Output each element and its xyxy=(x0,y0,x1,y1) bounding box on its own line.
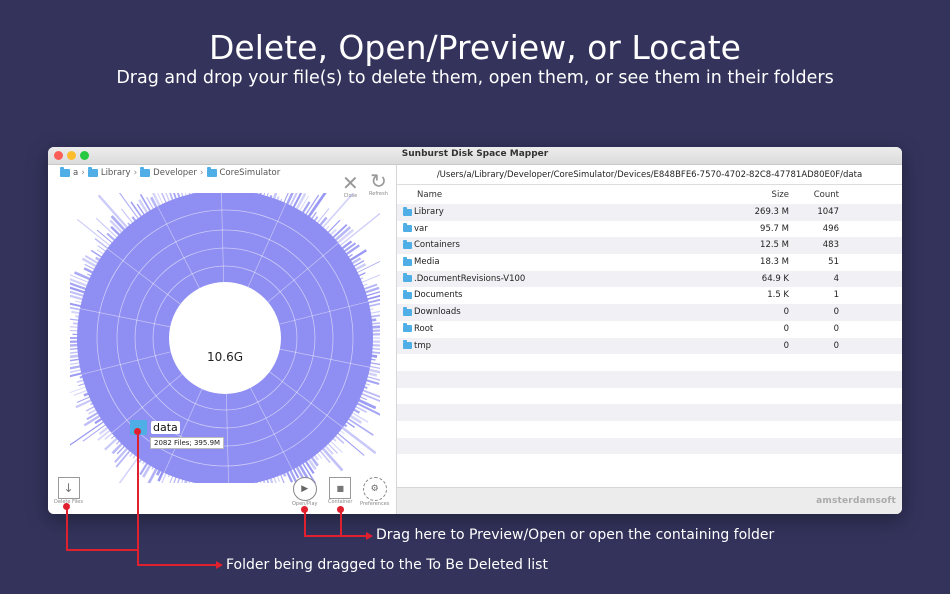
table-row[interactable]: Documents 1.5 K1 xyxy=(397,287,902,304)
file-table: Library 269.3 M 1047 var 95.7 M 496 Containe… xyxy=(397,204,902,471)
table-row[interactable]: Downloads 0 0 xyxy=(397,304,902,321)
folder-icon xyxy=(140,167,151,177)
download-arrow-icon: ↓ xyxy=(57,477,80,499)
dragged-folder-tooltip: 2082 Files; 395.9M xyxy=(150,437,225,449)
table-row[interactable]: Library 269.3 M 1047 xyxy=(397,204,902,221)
folder-icon xyxy=(403,306,412,316)
dragged-folder-name: data xyxy=(151,421,180,434)
chevron-right-icon: › xyxy=(133,168,138,178)
window-title: Sunburst Disk Space Mapper xyxy=(401,149,549,159)
folder-icon xyxy=(403,239,412,249)
path-bar: /Users/a/Library/Developer/CoreSimulator… xyxy=(397,165,902,185)
column-header-name[interactable]: Name xyxy=(417,190,442,200)
subheadline: Drag and drop your file(s) to delete the… xyxy=(116,68,834,88)
annotation-dot xyxy=(134,428,141,435)
breadcrumb-item[interactable]: CoreSimulator xyxy=(206,167,280,178)
table-row-empty xyxy=(397,421,902,438)
table-row[interactable]: var 95.7 M 496 xyxy=(397,221,902,238)
column-header-size[interactable]: Size xyxy=(739,190,789,200)
refresh-icon: ↻ xyxy=(370,169,387,193)
table-row-empty xyxy=(397,437,902,455)
folder-icon xyxy=(60,167,70,177)
annotation-preview: Drag here to Preview/Open or open the co… xyxy=(376,527,775,543)
app-window: Sunburst Disk Space Mapper a › Library ›… xyxy=(48,147,902,514)
annotation-dot xyxy=(63,503,70,510)
annotation-line xyxy=(66,549,137,551)
table-row[interactable]: tmp 0 0 xyxy=(397,337,902,355)
container-button[interactable]: ■ Container xyxy=(328,477,352,505)
breadcrumb: a › Library › Developer › CoreSimulator xyxy=(60,167,280,178)
table-header: Name Size Count xyxy=(397,188,902,202)
table-row[interactable]: Root 0 0 xyxy=(397,321,902,338)
annotation-dot xyxy=(301,506,308,513)
breadcrumb-item[interactable]: a xyxy=(60,167,78,178)
close-icon: ✕ xyxy=(342,171,359,195)
column-header-count[interactable]: Count xyxy=(797,190,839,200)
stop-icon: ■ xyxy=(329,477,352,499)
status-bar: amsterdamsoft xyxy=(397,487,902,514)
breadcrumb-item[interactable]: Library xyxy=(87,167,131,178)
arrow-right-icon xyxy=(366,532,373,540)
table-row-empty xyxy=(397,388,902,405)
breadcrumb-item[interactable]: Developer xyxy=(140,167,197,178)
play-icon: ▶ xyxy=(292,477,317,501)
sunburst-chart[interactable] xyxy=(70,193,380,483)
annotation-line xyxy=(304,535,367,537)
file-list-pane: /Users/a/Library/Developer/CoreSimulator… xyxy=(397,165,902,514)
arrow-right-icon xyxy=(216,561,223,569)
total-size-label: 10.6G xyxy=(206,350,244,364)
chevron-right-icon: › xyxy=(81,168,85,178)
table-row[interactable]: Media 18.3 M 51 xyxy=(397,254,902,271)
annotation-delete: Folder being dragged to the To Be Delete… xyxy=(226,557,548,573)
folder-icon xyxy=(403,206,412,216)
sunburst-center[interactable] xyxy=(169,282,281,394)
folder-icon xyxy=(87,167,98,177)
table-row-empty xyxy=(397,370,902,388)
folder-icon xyxy=(403,289,412,299)
chevron-right-icon: › xyxy=(199,168,204,178)
annotation-dot xyxy=(337,506,344,513)
title-bar: Sunburst Disk Space Mapper xyxy=(48,147,902,165)
folder-icon xyxy=(403,223,412,233)
folder-icon xyxy=(403,273,412,283)
folder-icon xyxy=(403,323,412,333)
sunburst-pane: a › Library › Developer › CoreSimulator … xyxy=(48,165,397,514)
table-row[interactable]: .DocumentRevisions-V100 64.9 K4 xyxy=(397,270,902,288)
folder-icon xyxy=(403,256,412,266)
brand-logo: amsterdamsoft xyxy=(816,496,896,506)
gear-icon: ⚙ xyxy=(362,477,387,501)
preferences-button[interactable]: ⚙ Preferences xyxy=(360,477,389,507)
delete-files-button[interactable]: ↓ Delete Files xyxy=(54,477,83,505)
table-row-empty xyxy=(397,354,902,371)
table-row-empty xyxy=(397,404,902,421)
headline: Delete, Open/Preview, or Locate xyxy=(209,28,741,67)
annotation-line xyxy=(66,506,68,550)
table-row[interactable]: Containers 12.5 M 483 xyxy=(397,237,902,255)
table-row-empty xyxy=(397,454,902,471)
annotation-line xyxy=(137,564,217,566)
folder-icon xyxy=(403,340,412,349)
folder-icon xyxy=(206,167,217,177)
annotation-line xyxy=(137,432,139,566)
open-play-button[interactable]: ▶ Open/Play xyxy=(292,477,317,507)
